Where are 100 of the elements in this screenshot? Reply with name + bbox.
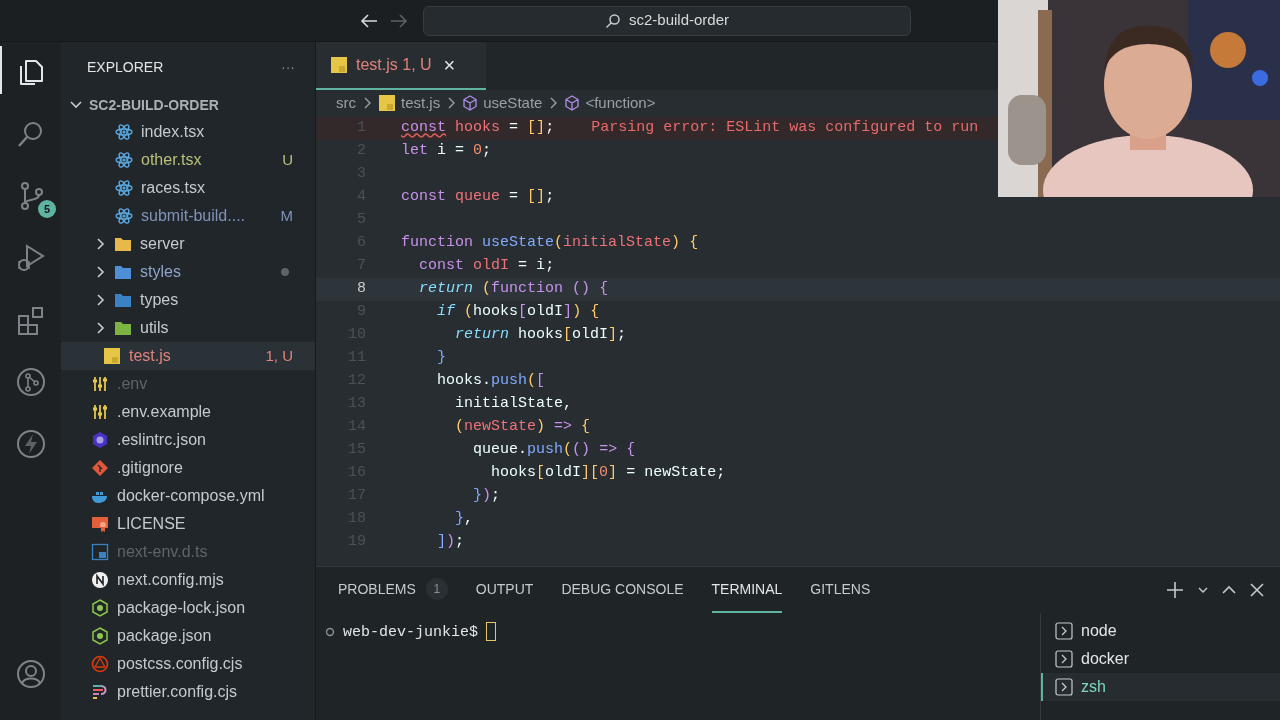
add-terminal-icon[interactable] xyxy=(1166,581,1184,599)
file-tree-item[interactable]: next.config.mjs xyxy=(61,566,315,594)
panel-tab[interactable]: OUTPUT xyxy=(475,567,534,613)
file-tree-item[interactable]: .gitignore xyxy=(61,454,315,482)
code-line: const queue = []; xyxy=(401,187,555,208)
file-tree-item[interactable]: other.tsx U xyxy=(61,146,315,174)
chevron-icon xyxy=(362,96,372,110)
breadcrumb-item[interactable]: useState xyxy=(462,91,543,115)
code-line: }, xyxy=(454,509,474,530)
js-file-icon xyxy=(330,56,348,74)
file-tree-item[interactable]: server xyxy=(61,230,315,258)
code-line: } xyxy=(436,348,447,369)
breadcrumb-item[interactable]: src xyxy=(336,91,356,115)
certificate-icon xyxy=(91,515,109,533)
react-icon xyxy=(115,207,133,225)
file-tree-item[interactable]: styles xyxy=(61,258,315,286)
error-message: Parsing error: ESLint was configured to run xyxy=(591,118,979,139)
code-line: return (function () { xyxy=(418,279,609,300)
file-tree-item[interactable]: utils xyxy=(61,314,315,342)
panel-tab[interactable]: PROBLEMS 1 xyxy=(338,567,448,613)
count-badge: 5 xyxy=(38,200,56,218)
back-arrow-icon[interactable] xyxy=(360,12,378,29)
file-tree-item[interactable]: LICENSE xyxy=(61,510,315,538)
file-tree-item[interactable]: test.js 1, U xyxy=(61,342,315,370)
code-line: if (hooks[oldI]) { xyxy=(436,302,600,323)
code-line: }); xyxy=(472,486,501,507)
n-circle-icon xyxy=(91,571,109,589)
terminal-prompt: web-dev-junkie$ xyxy=(343,623,479,643)
terminal-list-item[interactable]: node xyxy=(1041,617,1280,645)
chevron-up-icon[interactable] xyxy=(1222,585,1236,595)
terminal-icon xyxy=(1055,622,1073,640)
lightning-icon[interactable] xyxy=(14,428,47,460)
close-icon[interactable] xyxy=(1250,583,1264,597)
react-icon xyxy=(115,179,133,197)
diamond-icon xyxy=(91,459,109,477)
code-line: initialState, xyxy=(454,394,573,415)
code-line: const oldI = i; xyxy=(418,256,555,277)
code-line: ]); xyxy=(436,532,465,553)
explorer-title: EXPLORER xyxy=(87,57,164,77)
hexagon-icon xyxy=(91,431,109,449)
code-line: return hooks[oldI]; xyxy=(454,325,627,346)
js-file-icon xyxy=(103,347,121,365)
file-tree-item[interactable]: prettier.config.cjs xyxy=(61,678,315,706)
file-tree-item[interactable]: .eslintrc.json xyxy=(61,426,315,454)
ts-file-icon xyxy=(91,543,109,561)
file-tree-item[interactable]: submit-build.... M xyxy=(61,202,315,230)
folder-icon xyxy=(114,319,132,337)
more-actions-button[interactable]: ··· xyxy=(281,56,295,78)
node-hexagon-icon xyxy=(91,627,109,645)
cube-icon xyxy=(462,95,479,111)
cube-icon xyxy=(564,95,581,111)
code-line: function useState(initialState) { xyxy=(401,233,699,254)
terminal-cursor xyxy=(486,622,497,641)
stripes-icon xyxy=(91,683,109,701)
code-line: hooks.push([ xyxy=(436,371,546,392)
panel-tab[interactable]: DEBUG CONSOLE xyxy=(561,567,684,613)
command-search-field[interactable]: sc2-build-order xyxy=(423,5,911,36)
tree-root-row[interactable]: SC2-BUILD-ORDER xyxy=(61,92,315,118)
folder-icon xyxy=(114,291,132,309)
chevron-down-icon[interactable] xyxy=(1198,586,1208,594)
editor-tab[interactable]: test.js 1, U × xyxy=(316,42,486,90)
file-tree-item[interactable]: postcss.config.cjs xyxy=(61,650,315,678)
file-tree-item[interactable]: package.json xyxy=(61,622,315,650)
account-icon[interactable] xyxy=(14,658,47,690)
line-number: 8 xyxy=(356,279,366,300)
file-tree-item[interactable]: types xyxy=(61,286,315,314)
code-line: let i = 0; xyxy=(401,141,492,162)
code-line: queue.push(() => { xyxy=(472,440,636,461)
react-icon xyxy=(115,123,133,141)
js-file-icon xyxy=(378,94,396,112)
node-hexagon-icon xyxy=(91,599,109,617)
code-line: hooks[oldI][0] = newState; xyxy=(490,463,726,484)
sliders-icon xyxy=(91,375,109,393)
file-tree-item[interactable]: index.tsx xyxy=(61,118,315,146)
count-badge: 1 xyxy=(425,578,448,600)
folder-icon xyxy=(114,235,132,253)
folder-icon xyxy=(114,263,132,281)
status-circle-icon xyxy=(325,627,335,637)
panel-tab[interactable]: GITLENS xyxy=(810,567,871,613)
sliders-icon xyxy=(91,403,109,421)
file-tree-item[interactable]: package-lock.json xyxy=(61,594,315,622)
chevron-icon xyxy=(548,96,559,110)
file-tree-item[interactable]: .env.example xyxy=(61,398,315,426)
close-tab-button[interactable]: × xyxy=(443,50,456,80)
search-icon xyxy=(604,12,621,29)
file-tree-item[interactable]: docker-compose.yml xyxy=(61,482,315,510)
terminal-list-item[interactable]: docker xyxy=(1041,645,1280,673)
forward-arrow-icon[interactable] xyxy=(390,12,408,29)
react-icon xyxy=(115,151,133,169)
panel-tab[interactable]: TERMINAL xyxy=(711,567,783,613)
chevron-icon xyxy=(446,96,457,110)
code-line: (newState) => { xyxy=(454,417,591,438)
terminal-list-item[interactable]: zsh xyxy=(1041,673,1280,701)
breadcrumb-item[interactable]: <function> xyxy=(564,91,656,115)
breadcrumb-item[interactable]: test.js xyxy=(378,91,441,115)
code-line: const hooks = []; xyxy=(401,118,555,139)
file-tree-item[interactable]: races.tsx xyxy=(61,174,315,202)
git-graph-icon[interactable] xyxy=(14,366,47,398)
postcss-icon xyxy=(91,655,109,673)
terminal-icon xyxy=(1055,650,1073,668)
